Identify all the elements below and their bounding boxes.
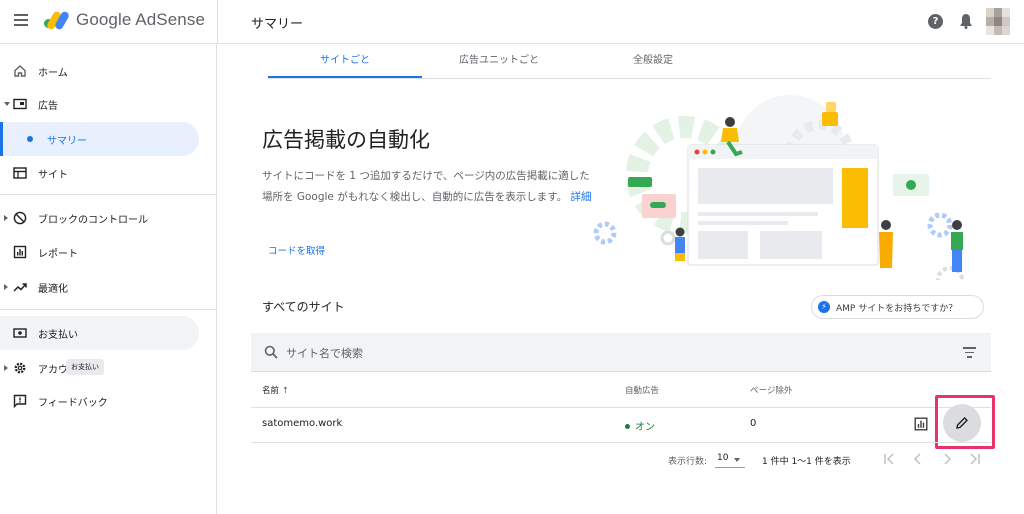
last-page-icon[interactable] xyxy=(968,452,982,466)
auto-ads-title: 広告掲載の自動化 xyxy=(262,128,430,152)
chevron-down-icon[interactable] xyxy=(734,458,740,462)
sidebar-item-label: レポート xyxy=(38,248,78,260)
sidebar-item-blocking-controls[interactable]: ブロックのコントロール xyxy=(0,203,217,233)
sidebar-item-label: お支払い xyxy=(38,329,78,341)
bell-icon[interactable] xyxy=(959,13,973,29)
search-input[interactable]: サイト名で検索 xyxy=(286,345,363,361)
sidebar-item-home[interactable]: ホーム xyxy=(0,56,217,86)
active-tab-indicator xyxy=(268,76,422,78)
rows-per-page-select[interactable]: 10 xyxy=(717,453,728,463)
sidebar-divider xyxy=(0,194,217,195)
table-divider xyxy=(251,407,991,408)
sidebar-item-label: サマリー xyxy=(47,135,87,147)
app-name: Google AdSense xyxy=(76,10,205,29)
payments-icon xyxy=(13,328,27,338)
site-search-bar[interactable]: サイト名で検索 xyxy=(251,333,991,372)
auto-ads-status[interactable]: オン xyxy=(625,418,655,433)
page-title: サマリー xyxy=(251,17,304,32)
sidebar-item-label: 広告 xyxy=(38,100,58,112)
reports-icon xyxy=(13,245,27,259)
block-icon xyxy=(13,211,27,225)
sidebar-item-reports[interactable]: レポート xyxy=(0,237,217,267)
column-header-name-label: 名前 xyxy=(262,386,280,396)
sidebar-item-label: ブロックのコントロール xyxy=(38,214,148,226)
details-link[interactable]: 詳細 xyxy=(571,191,592,203)
auto-ads-illustration xyxy=(593,95,964,280)
tabs-divider xyxy=(268,78,991,79)
sidebar-item-account[interactable]: アカウ xyxy=(0,353,217,383)
sidebar: ホーム 広告 サマリー サイト ブロックのコントロール レポート 最適化 お支払… xyxy=(0,44,217,514)
bolt-icon: ⚡ xyxy=(818,301,830,313)
caret-right-icon[interactable] xyxy=(4,215,8,221)
all-sites-title: すべてのサイト xyxy=(262,300,345,314)
menu-icon[interactable] xyxy=(14,14,28,26)
sidebar-divider xyxy=(0,309,217,310)
caret-right-icon[interactable] xyxy=(4,284,8,290)
amp-button-label: AMP サイトをお持ちですか？ xyxy=(836,303,958,314)
sidebar-item-optimization[interactable]: 最適化 xyxy=(0,272,217,302)
previous-page-icon[interactable] xyxy=(911,452,925,466)
avatar[interactable] xyxy=(986,8,1010,36)
sidebar-item-label: 最適化 xyxy=(38,283,68,295)
page-exclusions-count: 0 xyxy=(750,418,757,429)
edit-button-highlight xyxy=(935,395,995,449)
amp-sites-button[interactable]: ⚡ AMP サイトをお持ちですか？ xyxy=(811,295,984,319)
search-icon xyxy=(264,345,278,359)
bar-chart-icon[interactable] xyxy=(914,417,928,431)
home-icon xyxy=(14,65,26,77)
auto-ads-status-label: オン xyxy=(635,422,655,433)
column-header-name[interactable]: 名前 ↑ xyxy=(262,384,289,396)
rows-per-page-underline xyxy=(715,467,745,468)
tab-general-settings[interactable]: 全般設定 xyxy=(576,44,730,78)
next-page-icon[interactable] xyxy=(940,452,954,466)
adsense-logo[interactable]: Google AdSense xyxy=(44,10,205,31)
gear-icon xyxy=(14,362,26,374)
sidebar-item-label: ホーム xyxy=(38,67,68,79)
rows-per-page-label: 表示行数: xyxy=(668,457,708,467)
trending-up-icon xyxy=(13,283,27,292)
table-row-site-name: satomemo.work xyxy=(262,418,343,429)
help-icon[interactable]: ? xyxy=(928,14,943,29)
column-header-page-exclusions: ページ除外 xyxy=(750,386,793,396)
top-app-bar: Google AdSense サマリー ? xyxy=(0,0,1024,44)
sort-arrow-up-icon[interactable]: ↑ xyxy=(282,386,289,396)
caret-right-icon[interactable] xyxy=(4,365,8,371)
get-code-link[interactable]: コードを取得 xyxy=(268,243,325,257)
first-page-icon[interactable] xyxy=(882,452,896,466)
sidebar-item-sites[interactable]: サイト xyxy=(0,158,217,188)
table-divider xyxy=(251,442,991,443)
sidebar-item-payments[interactable]: お支払い xyxy=(0,318,217,348)
ads-icon xyxy=(13,98,27,110)
sites-icon xyxy=(13,167,27,179)
filter-icon[interactable] xyxy=(963,347,976,358)
sidebar-item-label: フィードバック xyxy=(38,397,108,409)
tab-by-ad-unit[interactable]: 広告ユニットごと xyxy=(422,44,576,78)
sidebar-item-feedback[interactable]: フィードバック xyxy=(0,386,217,416)
status-dot-icon xyxy=(625,423,630,429)
feedback-icon xyxy=(13,394,27,408)
column-header-auto-ads: 自動広告 xyxy=(625,386,660,396)
sidebar-item-label: サイト xyxy=(38,169,68,181)
sidebar-item-summary[interactable]: サマリー xyxy=(0,124,217,154)
active-dot-icon xyxy=(27,136,33,142)
adsense-logo-icon xyxy=(44,10,71,31)
tooltip: お支払い xyxy=(66,359,104,375)
tab-by-site[interactable]: サイトごと xyxy=(268,44,422,78)
pagination-range: 1 件中 1〜1 件を表示 xyxy=(762,457,851,467)
sidebar-item-ads[interactable]: 広告 xyxy=(0,89,217,119)
auto-ads-description: サイトにコードを 1 つ追加するだけで、ページ内の広告掲載に適した場所を Goo… xyxy=(262,166,592,208)
sidebar-item-label: アカウ xyxy=(38,364,68,376)
caret-down-icon[interactable] xyxy=(4,102,10,106)
topbar-divider xyxy=(217,0,218,44)
auto-ads-description-text: サイトにコードを 1 つ追加するだけで、ページ内の広告掲載に適した場所を Goo… xyxy=(262,170,590,203)
